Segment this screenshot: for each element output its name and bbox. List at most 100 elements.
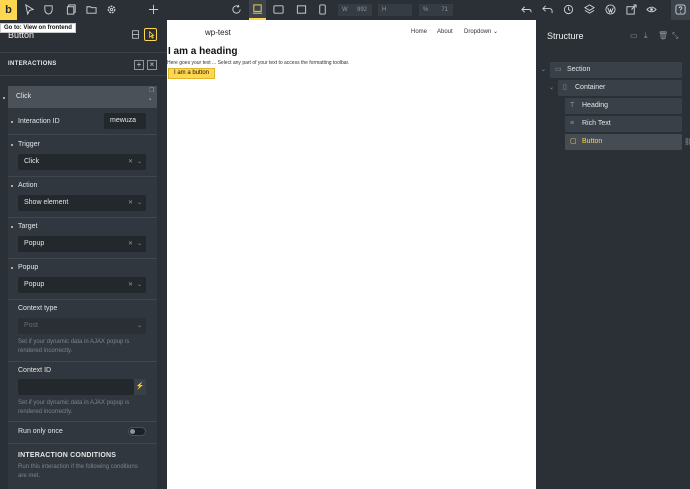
- conditions-help: Run this interaction if the following co…: [18, 464, 138, 479]
- action-select[interactable]: Show element ✕ ⌄: [18, 195, 146, 211]
- chevron-down-icon: ⌄: [136, 282, 142, 288]
- clear-icon[interactable]: ✕: [128, 281, 133, 288]
- pages-icon[interactable]: [66, 4, 77, 15]
- field-bullet: [11, 267, 13, 269]
- popup-select[interactable]: Popup ✕ ⌄: [18, 277, 146, 293]
- popup-value: Popup: [24, 281, 45, 288]
- height-label: H: [382, 7, 387, 13]
- add-interaction-button[interactable]: +: [134, 60, 144, 70]
- mobile-icon[interactable]: [317, 4, 328, 15]
- width-value: 992: [356, 7, 367, 13]
- nav-item-dropdown[interactable]: Dropdown: [464, 29, 491, 35]
- popup-label: Popup: [18, 264, 39, 271]
- canvas-button[interactable]: I am a button: [168, 68, 216, 79]
- save-template-icon[interactable]: [131, 30, 140, 39]
- structure-item-label: Button: [582, 138, 603, 145]
- container-icon: ▯: [563, 84, 567, 91]
- canvas-preview[interactable]: wp-test Home About Dropdown ⌄ I am a hea…: [167, 20, 536, 489]
- width-field[interactable]: W 992: [338, 4, 372, 16]
- text-icon: ≡: [570, 120, 575, 127]
- structure-item-button[interactable]: ▢ Button: [565, 134, 682, 150]
- cursor-icon[interactable]: [24, 4, 35, 15]
- divider: [8, 217, 157, 218]
- download-icon[interactable]: ⤓: [644, 31, 648, 41]
- chevron-down-icon: ⌄: [136, 241, 142, 247]
- link-icon[interactable]: ⛓: [684, 138, 690, 146]
- back-icon[interactable]: [521, 4, 532, 15]
- interaction-header-row[interactable]: Click ❐ ▪: [8, 86, 157, 108]
- zoom-label: %: [423, 7, 429, 13]
- history-icon[interactable]: [563, 4, 574, 15]
- add-icon[interactable]: [148, 4, 159, 15]
- chevron-down-icon: ⌄: [136, 323, 142, 329]
- context-id-input[interactable]: [18, 379, 134, 395]
- external-link-icon[interactable]: [626, 4, 637, 15]
- zoom-field[interactable]: % 71: [419, 4, 453, 16]
- wordpress-icon[interactable]: [605, 4, 616, 15]
- undo-icon[interactable]: [542, 4, 553, 15]
- structure-item-container[interactable]: ▯ Container: [558, 80, 682, 96]
- layers-icon[interactable]: [584, 4, 595, 15]
- field-bullet: [11, 121, 13, 123]
- context-type-select[interactable]: Post ⌄: [18, 318, 146, 334]
- run-once-label: Run only once: [18, 428, 63, 435]
- clear-icon[interactable]: ✕: [128, 240, 133, 247]
- divider: [8, 299, 157, 300]
- interaction-name: Click: [16, 93, 32, 100]
- tablet-landscape-icon[interactable]: [273, 4, 284, 15]
- interactions-tab-active[interactable]: [144, 28, 157, 41]
- interaction-bullet: [3, 97, 5, 99]
- structure-panel: Structure ▭ ⤓ 🗑 ⤡ ⌄ ▭ Section ⌄ ▯ Contai…: [536, 20, 690, 489]
- divider: [8, 421, 157, 422]
- structure-item-label: Heading: [582, 102, 609, 109]
- delete-icon[interactable]: ▪: [149, 97, 155, 103]
- caret-down-icon[interactable]: ⌄: [541, 66, 546, 73]
- clipboard-icon[interactable]: ▭: [630, 31, 638, 40]
- field-bullet: [11, 226, 13, 228]
- divider: [8, 176, 157, 177]
- conditions-title: INTERACTION CONDITIONS: [18, 452, 117, 459]
- desktop-icon[interactable]: [252, 4, 263, 15]
- height-field[interactable]: H: [378, 4, 412, 16]
- logo[interactable]: b: [0, 0, 17, 20]
- action-label: Action: [18, 182, 38, 189]
- clear-icon[interactable]: ✕: [128, 199, 133, 206]
- help-icon[interactable]: [675, 4, 686, 15]
- structure-item-rich-text[interactable]: ≡ Rich Text: [565, 116, 682, 132]
- refresh-icon[interactable]: [231, 4, 242, 15]
- collapse-icon[interactable]: ⤡: [672, 31, 678, 41]
- page-heading[interactable]: I am a heading: [168, 46, 237, 57]
- field-bullet: [11, 144, 13, 146]
- structure-item-heading[interactable]: T Heading: [565, 98, 682, 114]
- caret-down-icon[interactable]: ⌄: [549, 84, 554, 91]
- zoom-value: 71: [441, 7, 448, 13]
- trigger-value: Click: [24, 158, 40, 165]
- interactions-label: INTERACTIONS: [8, 61, 57, 67]
- trash-icon[interactable]: 🗑: [658, 31, 668, 40]
- run-once-toggle[interactable]: [128, 427, 146, 436]
- rich-text[interactable]: Here goes your text ... Select any part …: [167, 60, 349, 66]
- structure-item-label: Rich Text: [582, 120, 611, 127]
- gear-icon[interactable]: [106, 4, 117, 15]
- interactions-header: INTERACTIONS + ×: [0, 52, 167, 76]
- interaction-id-field[interactable]: mewuza: [104, 113, 146, 129]
- target-select[interactable]: Popup ✕ ⌄: [18, 236, 146, 252]
- trigger-select[interactable]: Click ✕ ⌄: [18, 154, 146, 170]
- shield-icon[interactable]: [43, 4, 54, 15]
- divider: [8, 134, 157, 135]
- tablet-icon[interactable]: [296, 4, 307, 15]
- folder-icon[interactable]: [86, 4, 97, 15]
- context-id-help: Set if your dynamic data in AJAX popup i…: [18, 400, 130, 415]
- nav-item-home[interactable]: Home: [411, 29, 427, 35]
- target-label: Target: [18, 223, 38, 230]
- duplicate-icon[interactable]: ❐: [149, 88, 155, 94]
- clear-icon[interactable]: ✕: [128, 158, 133, 165]
- nav-item-about[interactable]: About: [437, 29, 453, 35]
- eye-icon[interactable]: [646, 4, 657, 15]
- close-interactions-button[interactable]: ×: [147, 60, 157, 70]
- structure-item-section[interactable]: ▭ Section: [550, 62, 682, 78]
- target-value: Popup: [24, 240, 45, 247]
- dynamic-data-icon[interactable]: ⚡: [134, 379, 146, 395]
- chevron-down-icon: ⌄: [136, 200, 142, 206]
- site-title[interactable]: wp-test: [205, 28, 231, 37]
